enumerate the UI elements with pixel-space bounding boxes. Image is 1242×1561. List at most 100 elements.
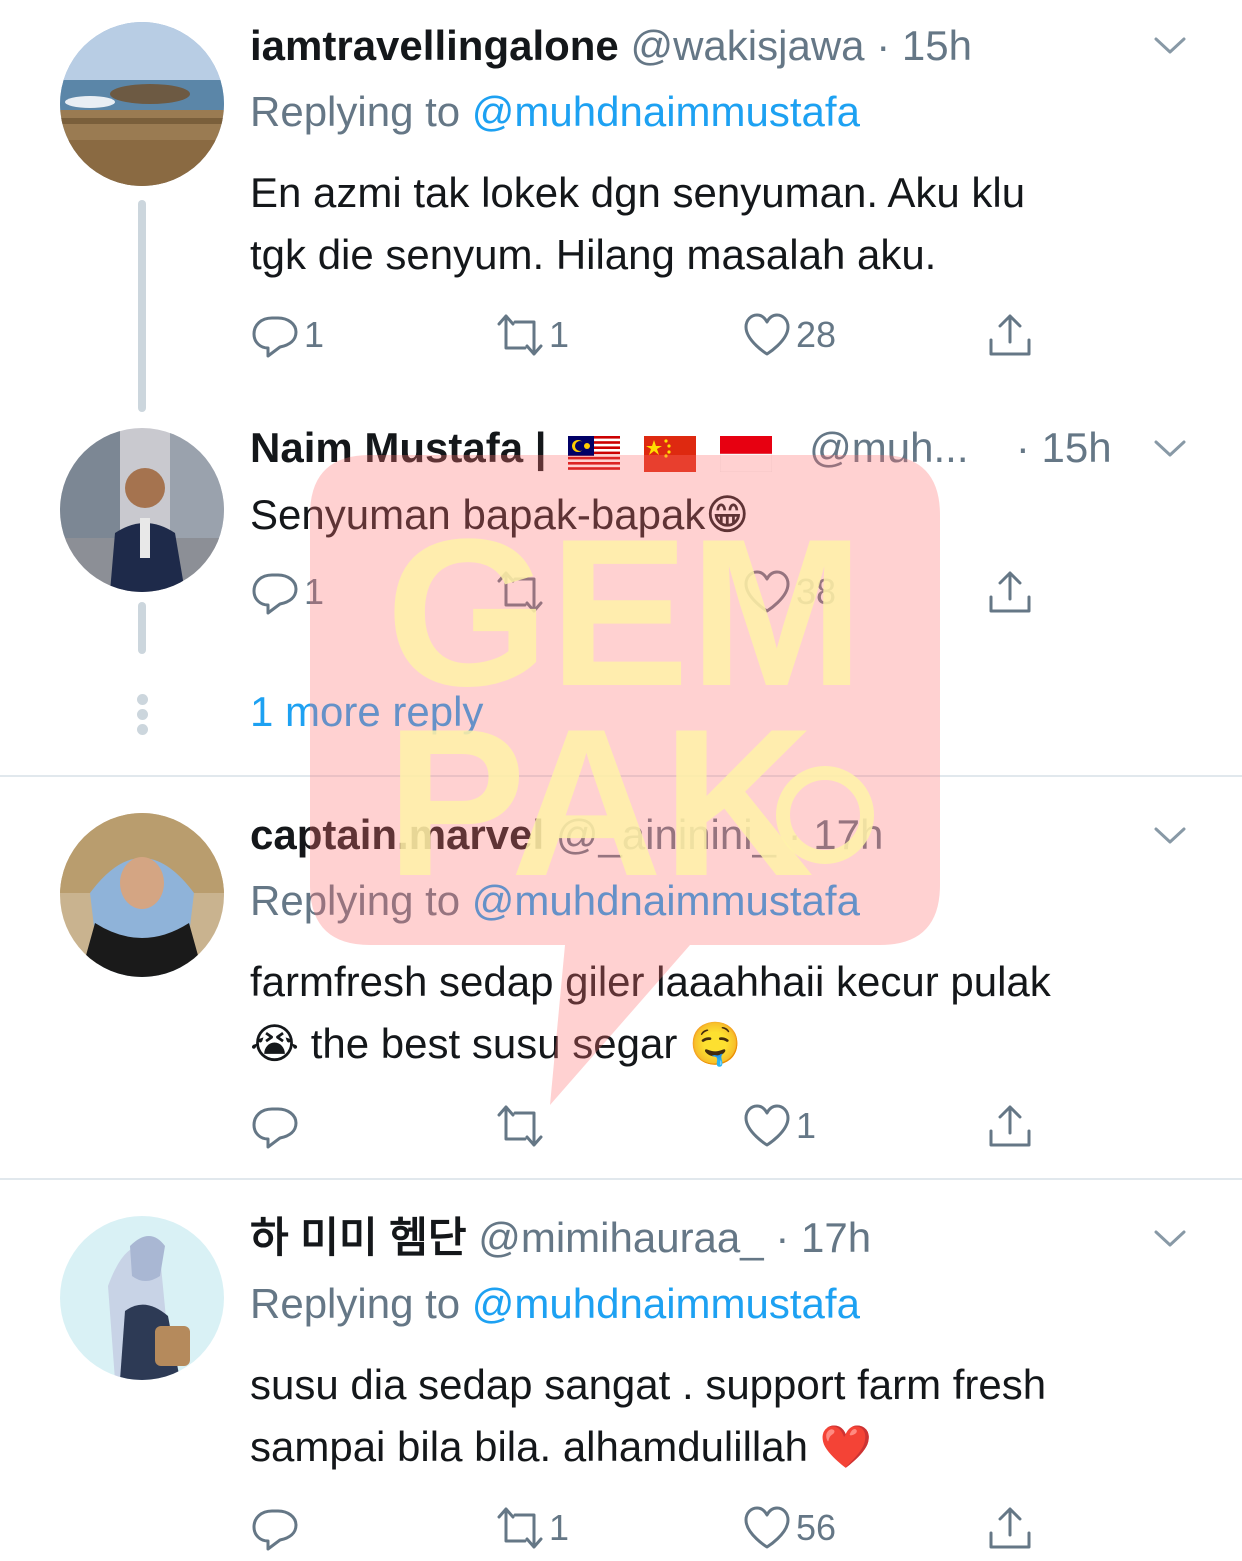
tweet-text-line: farmfresh sedap giler laaahhaii kecur pu… [250, 958, 1051, 1005]
reply-count: 1 [304, 314, 325, 355]
share-button[interactable] [985, 562, 1035, 622]
more-reply-link[interactable]: 1 more reply [250, 688, 483, 736]
avatar[interactable] [60, 22, 224, 186]
handle[interactable]: @wakisjawa [630, 22, 864, 69]
like-button[interactable]: 1 [742, 1096, 816, 1156]
indonesia-flag-icon [719, 435, 772, 472]
retweet-button[interactable] [495, 562, 549, 622]
tweet-text-line: susu dia sedap sangat . support farm fre… [250, 1361, 1047, 1408]
tweet-2[interactable]: Naim Mustafa | @muh... · 15h Senyuman ba… [0, 390, 1242, 775]
timestamp[interactable]: 17h [813, 811, 883, 858]
retweet-icon [497, 571, 543, 613]
reply-button[interactable]: 1 [250, 562, 324, 622]
replying-prefix: Replying to [250, 877, 461, 924]
tweet-header: captain.marvel @_aininini_ · 17h [250, 807, 1150, 863]
avatar-hijab-woman-photo-icon [60, 813, 224, 977]
timestamp[interactable]: 15h [1042, 424, 1112, 471]
retweet-button[interactable]: 1 [495, 305, 569, 365]
handle[interactable]: @mimihauraa_ [478, 1214, 763, 1261]
heart-icon [744, 313, 790, 356]
tweet-text: susu dia sedap sangat . support farm fre… [250, 1354, 1200, 1478]
like-count: 56 [796, 1507, 837, 1548]
share-button[interactable] [985, 1498, 1035, 1558]
replying-prefix: Replying to [250, 1280, 461, 1327]
share-icon [989, 314, 1031, 356]
tweet-text-line: tgk die senyum. Hilang masalah aku. [250, 231, 937, 278]
tweet-text-line: En azmi tak lokek dgn senyuman. Aku klu [250, 169, 1026, 216]
share-icon [989, 571, 1031, 613]
retweet-count: 1 [549, 314, 570, 355]
reply-button[interactable] [250, 1498, 304, 1558]
tweet-header: 하 미미 헴단 @mimihauraa_ · 17h [250, 1210, 1150, 1266]
chevron-down-icon[interactable] [1150, 25, 1190, 65]
retweet-icon [497, 1105, 543, 1147]
like-button[interactable]: 56 [742, 1498, 836, 1558]
reply-icon [252, 573, 298, 615]
tweet-header: Naim Mustafa | @muh... · 15h [250, 420, 1150, 476]
replying-prefix: Replying to [250, 88, 461, 135]
red-heart-emoji: ❤️ [819, 1422, 872, 1471]
display-name[interactable]: Naim Mustafa | [250, 424, 546, 471]
reply-button[interactable]: 1 [250, 305, 324, 365]
retweet-button[interactable] [495, 1096, 549, 1156]
share-button[interactable] [985, 1096, 1035, 1156]
like-count: 28 [796, 314, 837, 355]
avatar[interactable] [60, 813, 224, 977]
crying-emoji: 😭 [250, 1019, 300, 1068]
tweet-1[interactable]: iamtravellingalone @wakisjawa · 15h Repl… [0, 0, 1242, 412]
chevron-down-icon[interactable] [1150, 1218, 1190, 1258]
thread-line [138, 200, 146, 412]
avatar-man-in-suit-photo-icon [60, 428, 224, 592]
thread-line [138, 602, 146, 654]
like-button[interactable]: 38 [742, 562, 836, 622]
separator-dot: · [787, 811, 802, 858]
handle[interactable]: @muh... [809, 424, 968, 471]
like-count: 1 [796, 1105, 817, 1146]
tweet-actions: 1 [250, 1096, 1050, 1156]
drooling-emoji: 🤤 [688, 1019, 742, 1068]
chevron-down-icon[interactable] [1150, 428, 1190, 468]
more-replies-dots-icon [136, 694, 150, 739]
heart-icon [744, 1104, 790, 1147]
avatar[interactable] [60, 1216, 224, 1380]
tweet-text: Senyuman bapak-bapak😁 [250, 484, 1200, 546]
mention-link[interactable]: @muhdnaimmustafa [472, 88, 860, 135]
retweet-count: 1 [549, 1507, 570, 1548]
display-name[interactable]: captain.marvel [250, 811, 544, 858]
reply-icon [252, 316, 298, 358]
tweet-4[interactable]: 하 미미 헴단 @mimihauraa_ · 17h Replying to @… [0, 1180, 1242, 1561]
reply-icon [252, 1509, 298, 1551]
heart-icon [744, 570, 790, 613]
share-button[interactable] [985, 305, 1035, 365]
timestamp[interactable]: 17h [801, 1214, 871, 1261]
reply-icon [252, 1107, 298, 1149]
display-name[interactable]: 하 미미 헴단 [250, 1214, 467, 1261]
tweet-text-span: sampai bila bila. alhamdulillah [250, 1423, 808, 1470]
tweet-header: iamtravellingalone @wakisjawa · 15h [250, 18, 1150, 74]
separator-dot: · [1015, 424, 1030, 471]
replying-to: Replying to @muhdnaimmustafa [250, 877, 860, 925]
like-count: 38 [796, 571, 837, 612]
flag-list [568, 423, 783, 476]
display-name[interactable]: iamtravellingalone [250, 22, 619, 69]
tweet-text-line: Senyuman bapak-bapak [250, 491, 706, 538]
handle[interactable]: @_aininini_ [556, 811, 776, 858]
separator-dot: · [775, 1214, 790, 1261]
tweet-3[interactable]: captain.marvel @_aininini_ · 17h Replyin… [0, 777, 1242, 1177]
tweet-text: En azmi tak lokek dgn senyuman. Aku klu … [250, 162, 1200, 286]
timestamp[interactable]: 15h [902, 22, 972, 69]
mention-link[interactable]: @muhdnaimmustafa [472, 1280, 860, 1327]
heart-icon [744, 1506, 790, 1549]
chevron-down-icon[interactable] [1150, 815, 1190, 855]
retweet-icon [497, 1507, 543, 1549]
tweet-actions: 1 1 28 [250, 305, 1050, 365]
separator-dot: · [876, 22, 891, 69]
retweet-icon [497, 314, 543, 356]
retweet-button[interactable]: 1 [495, 1498, 569, 1558]
mention-link[interactable]: @muhdnaimmustafa [472, 877, 860, 924]
reply-button[interactable] [250, 1096, 304, 1156]
tweet-text-line: sampai bila bila. alhamdulillah ❤️ [250, 1416, 1200, 1478]
like-button[interactable]: 28 [742, 305, 836, 365]
grinning-emoji: 😁 [705, 490, 750, 539]
avatar[interactable] [60, 428, 224, 592]
